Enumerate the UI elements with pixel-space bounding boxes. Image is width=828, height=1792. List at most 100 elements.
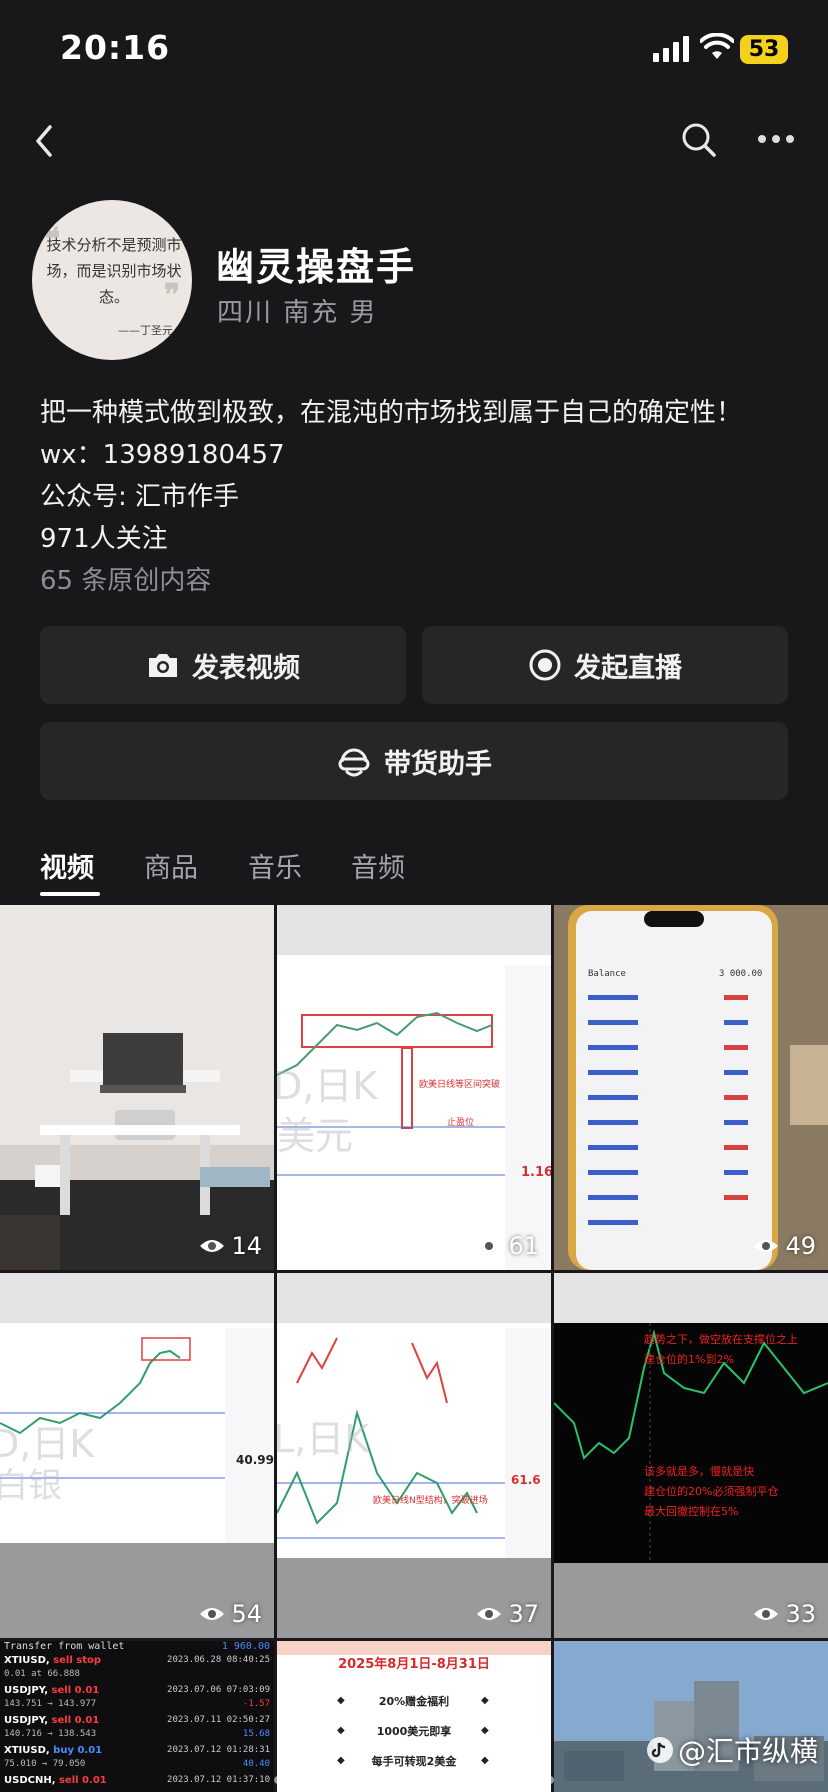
trade-symbol: XTIUSD, buy 0.01 bbox=[4, 1745, 103, 1756]
tab-products[interactable]: 商品 bbox=[144, 846, 198, 885]
more-options-icon[interactable] bbox=[758, 135, 794, 145]
avatar[interactable]: ❝ 技术分析不是预测市场，而是识别市场状态。 ❞ ——丁圣元 bbox=[32, 200, 192, 360]
video-thumbnail[interactable]: 14 bbox=[0, 905, 274, 1270]
phone-photo-image bbox=[554, 905, 828, 1270]
trade-date: 2023.07.11 02:50:27 bbox=[167, 1715, 270, 1725]
trade-detail: 0.01 at 66.888 bbox=[4, 1669, 80, 1679]
view-count: 54 bbox=[199, 1600, 262, 1628]
video-thumbnail[interactable]: Transfer from wallet 1 960.00 XTIUSD, se… bbox=[0, 1641, 274, 1792]
trade-value: 1 960.00 bbox=[221, 1641, 270, 1652]
profile-location: 四川 南充 男 bbox=[217, 298, 378, 328]
chart-annotation: 欧美日线等区间突破 bbox=[419, 1080, 501, 1090]
post-video-label: 发表视频 bbox=[192, 652, 300, 684]
trade-date: 2023.07.12 01:28:31 bbox=[167, 1745, 270, 1755]
rule-text: 最大回撤控制在5% bbox=[644, 1505, 739, 1518]
desk-photo-image bbox=[0, 905, 274, 1270]
promo-item: 每手可转现2美金 bbox=[371, 1755, 457, 1768]
view-count: 37 bbox=[476, 1600, 539, 1628]
diamond-bullet-icon: ◆ bbox=[337, 1755, 345, 1766]
eye-icon bbox=[477, 1608, 502, 1620]
wifi-icon bbox=[700, 33, 734, 59]
promo-banner: 2025年8月1日-8月31日 bbox=[338, 1657, 490, 1672]
view-count: 49 bbox=[753, 1232, 816, 1260]
eye-icon bbox=[200, 1608, 225, 1620]
balance-header: Balance bbox=[588, 969, 626, 979]
video-thumbnail[interactable]: L,日K 欧美日线N型结构，突破进场 61.6 37 bbox=[277, 1273, 551, 1638]
rule-text: 该多就是多，慢就是快 bbox=[644, 1465, 754, 1478]
sales-assistant-button[interactable]: 带货助手 bbox=[40, 722, 788, 800]
video-thumbnail[interactable]: D,日K 美元 欧美日线等区间突破 止盈位 1.160 61 bbox=[277, 905, 551, 1270]
live-record-icon bbox=[529, 649, 561, 681]
eye-icon bbox=[200, 1240, 225, 1252]
price-label: 40.993 bbox=[236, 1453, 274, 1467]
camera-icon bbox=[149, 654, 177, 677]
eye-icon bbox=[754, 1608, 779, 1620]
diamond-bullet-icon: ◆ bbox=[481, 1725, 489, 1736]
video-thumbnail[interactable]: D,日K 白银 40.993 54 bbox=[0, 1273, 274, 1638]
battery-indicator: 53 bbox=[740, 35, 788, 64]
quote-mark-icon: ❞ bbox=[163, 278, 180, 313]
status-bar: 20:16 53 bbox=[0, 0, 828, 100]
trade-value: 40.40 bbox=[242, 1759, 270, 1769]
avatar-quote: 技术分析不是预测市场，而是识别市场状态。 bbox=[46, 236, 182, 306]
watermark-symbol-name: 美元 bbox=[277, 1114, 354, 1158]
start-live-button[interactable]: 发起直播 bbox=[422, 626, 788, 704]
bio-official-account: 公众号: 汇市作手 bbox=[40, 482, 240, 512]
watermark-symbol: L,日K bbox=[277, 1417, 370, 1461]
top-nav bbox=[0, 115, 828, 165]
rule-text: 建仓位的1%到2% bbox=[644, 1353, 734, 1366]
view-count: 14 bbox=[199, 1232, 262, 1260]
cellular-signal-icon bbox=[653, 36, 691, 62]
avatar-author: ——丁圣元 bbox=[118, 324, 173, 337]
watermark-symbol: D,日K bbox=[277, 1064, 378, 1108]
post-video-button[interactable]: 发表视频 bbox=[40, 626, 406, 704]
back-icon[interactable] bbox=[30, 123, 60, 159]
active-tab-indicator bbox=[40, 892, 100, 896]
rule-text: 趋势之下，做空放在支撑位之上 bbox=[644, 1333, 798, 1346]
trade-value: -1.57 bbox=[242, 1699, 270, 1709]
watermark-symbol-name: 白银 bbox=[0, 1466, 62, 1506]
bio-text: 把一种模式做到极致，在混沌的市场找到属于自己的确定性！ bbox=[40, 398, 743, 428]
home-indicator[interactable] bbox=[274, 1776, 554, 1784]
trade-detail: 143.751 → 143.977 bbox=[4, 1699, 97, 1709]
original-content-count[interactable]: 65 条原创内容 bbox=[40, 560, 800, 597]
profile-name: 幽灵操盘手 bbox=[216, 245, 417, 289]
tab-music[interactable]: 音乐 bbox=[248, 846, 302, 885]
promo-item: 20%赠金福利 bbox=[378, 1695, 450, 1708]
follower-count[interactable]: 971人关注 bbox=[40, 518, 800, 555]
video-thumbnail[interactable]: 趋势之下，做空放在支撑位之上 建仓位的1%到2% 该多就是多，慢就是快 建仓位的… bbox=[554, 1273, 828, 1638]
trade-detail: 140.716 → 138.543 bbox=[4, 1729, 97, 1739]
trade-detail: 75.010 → 79.050 bbox=[4, 1759, 86, 1769]
trade-date: 2023.07.12 01:37:10 bbox=[167, 1775, 270, 1785]
trade-row: Transfer from wallet bbox=[4, 1641, 125, 1652]
trade-symbol: XTIUSD, sell stop bbox=[4, 1655, 102, 1666]
chart-annotation: 止盈位 bbox=[447, 1118, 475, 1128]
start-live-label: 发起直播 bbox=[574, 652, 682, 684]
trade-symbol: USDJPY, sell 0.01 bbox=[4, 1715, 100, 1726]
promo-item: 1000美元即享 bbox=[376, 1725, 452, 1738]
video-thumbnail[interactable]: Balance 3 000.00 49 bbox=[554, 905, 828, 1270]
rule-text: 建仓位的20%必须强制平仓 bbox=[644, 1485, 779, 1498]
assistant-face-icon bbox=[338, 748, 370, 777]
diamond-bullet-icon: ◆ bbox=[481, 1755, 489, 1766]
trade-date: 2023.06.28 08:40:25 bbox=[167, 1655, 270, 1665]
tab-audio[interactable]: 音频 bbox=[351, 846, 405, 885]
eye-icon bbox=[754, 1240, 779, 1252]
trade-date: 2023.07.06 07:03:09 bbox=[167, 1685, 270, 1695]
video-thumbnail[interactable]: 2025年8月1日-8月31日 20%赠金福利 1000美元即享 每手可转现2美… bbox=[277, 1641, 551, 1792]
sales-assistant-label: 带货助手 bbox=[384, 748, 492, 780]
trade-value: 15.68 bbox=[242, 1729, 270, 1739]
tab-videos[interactable]: 视频 bbox=[40, 846, 94, 885]
diamond-bullet-icon: ◆ bbox=[481, 1695, 489, 1706]
chart-annotation: 欧美日线N型结构，突破进场 bbox=[373, 1496, 488, 1506]
eye-icon bbox=[477, 1240, 502, 1252]
diamond-bullet-icon: ◆ bbox=[337, 1725, 345, 1736]
platform-watermark: @汇市纵横 bbox=[646, 1730, 818, 1770]
price-label: 61.6 bbox=[511, 1473, 541, 1487]
view-count: 61 bbox=[476, 1232, 539, 1260]
douyin-logo-icon bbox=[646, 1737, 673, 1763]
diamond-bullet-icon: ◆ bbox=[337, 1695, 345, 1706]
search-icon[interactable] bbox=[680, 121, 718, 159]
price-label: 1.160 bbox=[521, 1165, 551, 1180]
status-time: 20:16 bbox=[60, 28, 171, 67]
